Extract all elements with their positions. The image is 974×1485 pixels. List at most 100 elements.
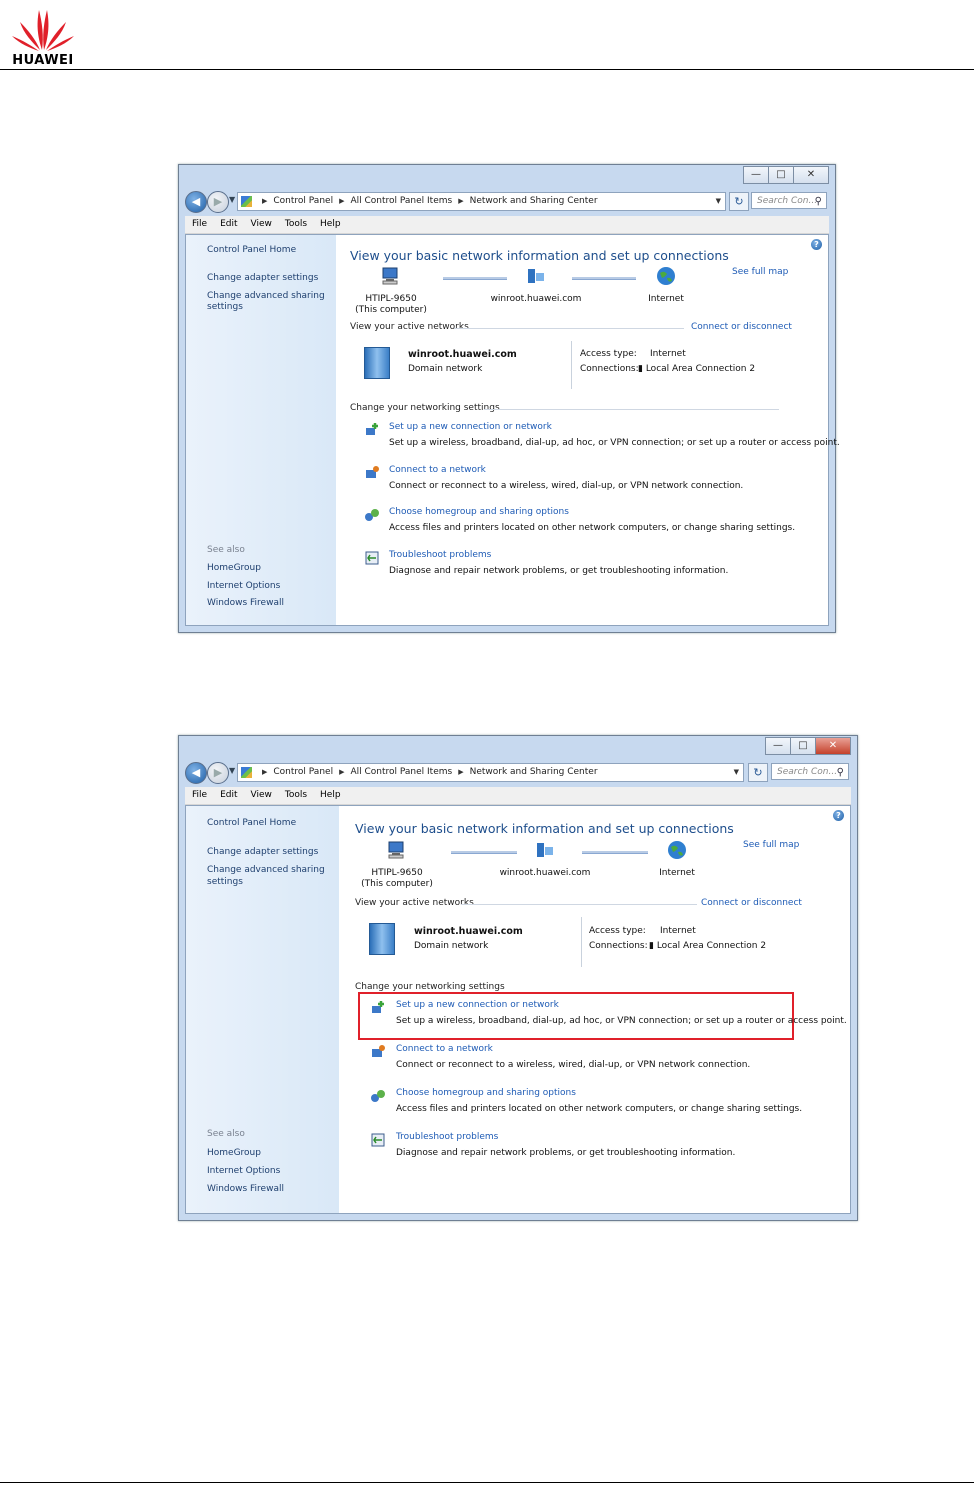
- network-type: Domain network: [408, 364, 483, 374]
- connect-disconnect-link[interactable]: Connect or disconnect: [701, 898, 802, 908]
- domain-icon: [528, 269, 544, 283]
- node-domain: winroot.huawei.com: [490, 839, 600, 879]
- close-button[interactable]: ✕: [793, 166, 829, 184]
- menu-file[interactable]: File: [192, 219, 207, 229]
- connect-network-icon: [372, 1045, 385, 1057]
- domain-network-icon: [364, 347, 390, 379]
- access-type-value: Internet: [660, 926, 696, 936]
- sidebar-windows-firewall[interactable]: Windows Firewall: [207, 598, 284, 609]
- menu-bar: File Edit View Tools Help: [185, 787, 851, 805]
- sidebar-internet-options[interactable]: Internet Options: [207, 581, 280, 592]
- forward-button[interactable]: ▶: [207, 191, 229, 213]
- local-area-connection-link[interactable]: ▮ Local Area Connection 2: [649, 941, 766, 951]
- breadcrumb-network-center[interactable]: Network and Sharing Center: [470, 767, 598, 777]
- breadcrumb-all-items[interactable]: All Control Panel Items: [350, 196, 452, 206]
- breadcrumb-all-items[interactable]: All Control Panel Items: [350, 767, 452, 777]
- node-internet: Internet: [622, 839, 732, 879]
- content-area: Control Panel Home Change adapter settin…: [185, 234, 840, 626]
- brand-name: HUAWEI: [12, 53, 74, 68]
- refresh-button[interactable]: ↻: [748, 763, 768, 782]
- page-header: HUAWEI: [0, 0, 974, 72]
- help-icon[interactable]: ?: [833, 810, 844, 821]
- control-panel-icon: [241, 767, 252, 778]
- sidebar-windows-firewall[interactable]: Windows Firewall: [207, 1184, 284, 1195]
- maximize-button[interactable]: □: [790, 737, 816, 755]
- sidebar-control-panel-home[interactable]: Control Panel Home: [207, 818, 296, 829]
- domain-icon: [537, 843, 553, 857]
- see-full-map-link[interactable]: See full map: [732, 267, 788, 277]
- see-full-map-link[interactable]: See full map: [743, 840, 799, 850]
- menu-view[interactable]: View: [251, 790, 272, 800]
- menu-file[interactable]: File: [192, 790, 207, 800]
- sidebar: Control Panel Home Change adapter settin…: [186, 235, 336, 625]
- menu-view[interactable]: View: [251, 219, 272, 229]
- address-dropdown-icon[interactable]: ▼: [716, 193, 721, 210]
- menu-tools[interactable]: Tools: [285, 790, 307, 800]
- sidebar-internet-options[interactable]: Internet Options: [207, 1166, 280, 1177]
- search-input[interactable]: Search Con... ⚲: [771, 763, 849, 780]
- window-controls: — □ ✕: [743, 166, 829, 184]
- sidebar-change-adapter[interactable]: Change adapter settings: [207, 273, 318, 284]
- sidebar-advanced-sharing-2[interactable]: settings: [207, 302, 243, 313]
- connections-label: Connections:: [589, 941, 648, 951]
- connect-disconnect-link[interactable]: Connect or disconnect: [691, 322, 792, 332]
- main-panel: ? View your basic network information an…: [339, 806, 850, 1213]
- minimize-button[interactable]: —: [765, 737, 791, 755]
- node-this-computer: HTIPL-9650 (This computer): [342, 839, 452, 890]
- sidebar: Control Panel Home Change adapter settin…: [186, 806, 339, 1213]
- back-button[interactable]: ◀: [185, 762, 207, 784]
- menu-help[interactable]: Help: [320, 219, 341, 229]
- homegroup-icon: [371, 1090, 385, 1102]
- history-dropdown-icon[interactable]: ▼: [229, 195, 235, 204]
- sidebar-advanced-sharing-2[interactable]: settings: [207, 877, 243, 888]
- menu-edit[interactable]: Edit: [220, 790, 237, 800]
- task-connect-network[interactable]: Connect to a network: [389, 465, 486, 475]
- divider: [484, 409, 779, 410]
- task-homegroup-desc: Access files and printers located on oth…: [396, 1104, 803, 1114]
- address-bar[interactable]: ▶ Control Panel ▶ All Control Panel Items ▶ N…: [237, 763, 744, 782]
- sidebar-advanced-sharing[interactable]: Change advanced sharing: [207, 865, 325, 876]
- close-button[interactable]: ✕: [815, 737, 851, 755]
- menu-edit[interactable]: Edit: [220, 219, 237, 229]
- address-dropdown-icon[interactable]: ▼: [734, 764, 739, 781]
- task-troubleshoot[interactable]: Troubleshoot problems: [396, 1132, 498, 1142]
- minimize-button[interactable]: —: [743, 166, 769, 184]
- task-troubleshoot-desc: Diagnose and repair network problems, or…: [396, 1148, 736, 1158]
- history-dropdown-icon[interactable]: ▼: [229, 766, 235, 775]
- sidebar-homegroup[interactable]: HomeGroup: [207, 1148, 261, 1159]
- task-troubleshoot[interactable]: Troubleshoot problems: [389, 550, 491, 560]
- breadcrumb-control-panel[interactable]: Control Panel: [273, 196, 333, 206]
- task-connect-network[interactable]: Connect to a network: [396, 1044, 493, 1054]
- maximize-button[interactable]: □: [768, 166, 794, 184]
- divider: [454, 328, 684, 329]
- page-title: View your basic network information and …: [350, 248, 729, 263]
- task-new-connection[interactable]: Set up a new connection or network: [389, 422, 552, 432]
- address-bar[interactable]: ▶ Control Panel ▶ All Control Panel Items ▶ N…: [237, 192, 726, 211]
- local-area-connection-link[interactable]: ▮ Local Area Connection 2: [638, 364, 755, 374]
- window-controls: — □ ✕: [765, 737, 851, 755]
- homegroup-icon: [365, 509, 379, 521]
- menu-tools[interactable]: Tools: [285, 219, 307, 229]
- forward-button[interactable]: ▶: [207, 762, 229, 784]
- refresh-button[interactable]: ↻: [729, 192, 749, 211]
- sidebar-control-panel-home[interactable]: Control Panel Home: [207, 245, 296, 256]
- menu-help[interactable]: Help: [320, 790, 341, 800]
- sidebar-homegroup[interactable]: HomeGroup: [207, 563, 261, 574]
- vertical-divider: [571, 341, 572, 389]
- computer-icon: [382, 267, 398, 285]
- sidebar-advanced-sharing[interactable]: Change advanced sharing: [207, 291, 325, 302]
- breadcrumb-control-panel[interactable]: Control Panel: [273, 767, 333, 777]
- search-input[interactable]: Search Con... ⚲: [751, 192, 827, 209]
- breadcrumb-network-center[interactable]: Network and Sharing Center: [470, 196, 598, 206]
- task-new-connection[interactable]: Set up a new connection or network: [396, 1000, 559, 1010]
- domain-network-icon: [369, 923, 395, 955]
- network-sharing-window-2: — □ ✕ ◀ ▶ ▼ ▶ Control Panel ▶ All Control P…: [178, 735, 858, 1221]
- network-name: winroot.huawei.com: [408, 349, 517, 360]
- back-button[interactable]: ◀: [185, 191, 207, 213]
- task-homegroup[interactable]: Choose homegroup and sharing options: [389, 507, 569, 517]
- sidebar-change-adapter[interactable]: Change adapter settings: [207, 847, 318, 858]
- task-homegroup[interactable]: Choose homegroup and sharing options: [396, 1088, 576, 1098]
- globe-icon: [668, 841, 686, 859]
- help-icon[interactable]: ?: [811, 239, 822, 250]
- change-settings-label: Change your networking settings: [350, 403, 500, 413]
